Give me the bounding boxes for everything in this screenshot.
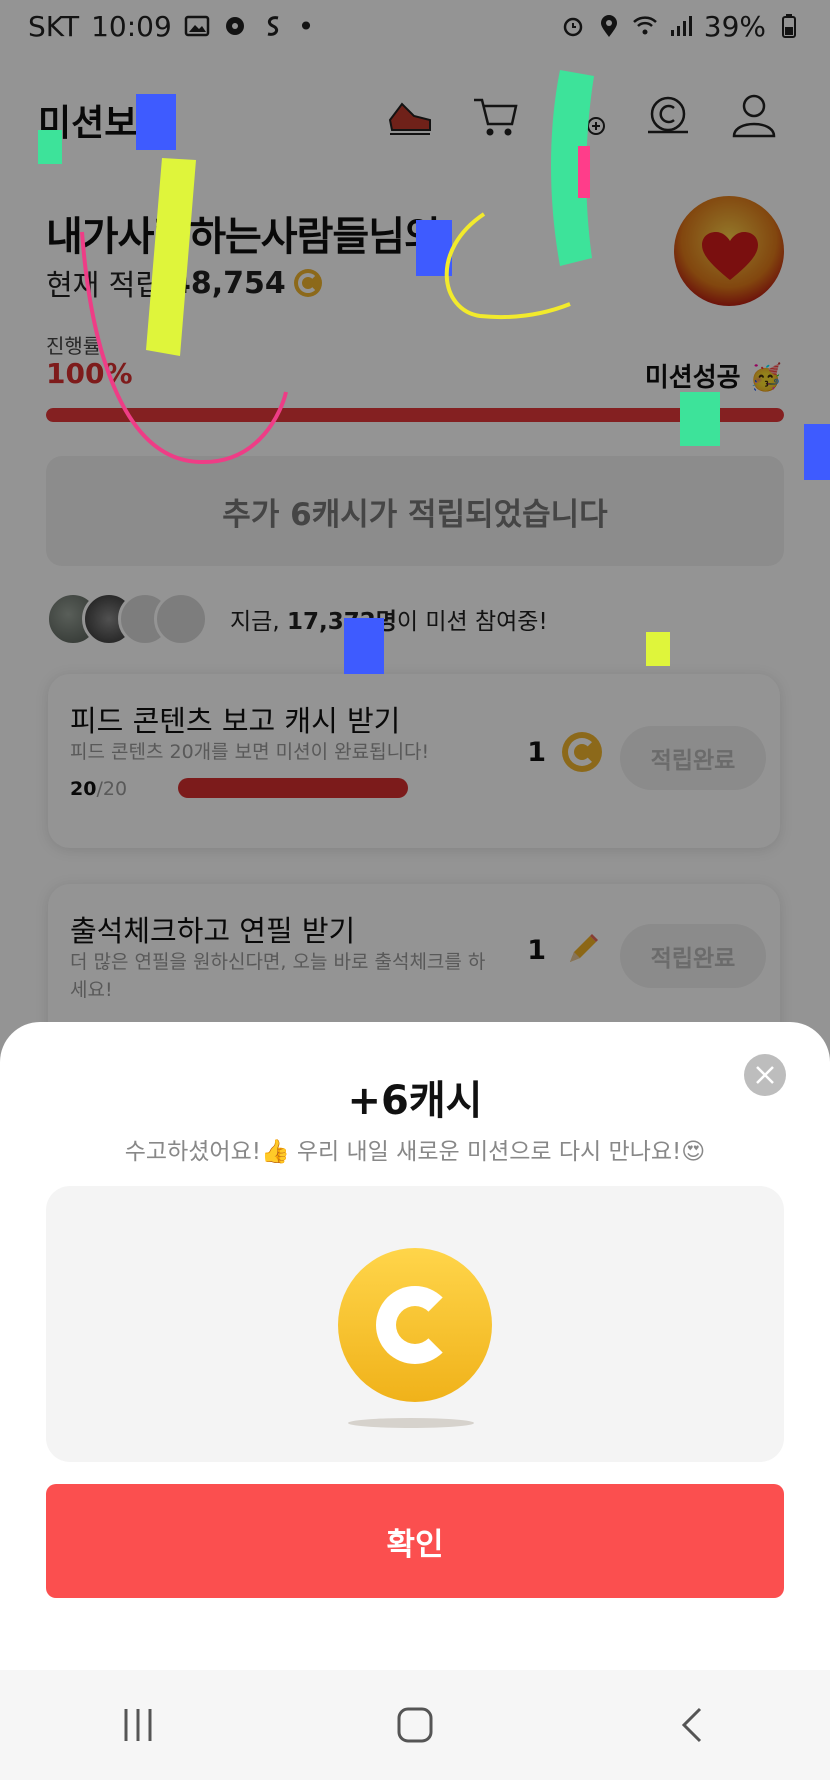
system-nav-bar (0, 1670, 830, 1780)
confetti-piece (444, 212, 571, 320)
back-icon (681, 1707, 701, 1743)
reward-title: +6캐시 (347, 1078, 483, 1124)
reward-coin-panel (46, 1186, 784, 1462)
confirm-button[interactable]: 확인 (46, 1484, 784, 1598)
recent-apps-button[interactable] (108, 1695, 168, 1755)
coin-icon (338, 1248, 492, 1402)
coin-shadow (348, 1418, 474, 1428)
confetti-piece (344, 618, 384, 674)
confetti-piece (646, 632, 670, 666)
confetti-piece (136, 94, 176, 150)
confetti-piece (804, 424, 830, 480)
back-button[interactable] (662, 1695, 722, 1755)
home-icon (397, 1707, 433, 1743)
confetti-piece (146, 158, 196, 356)
home-button[interactable] (385, 1695, 445, 1755)
reward-subtitle: 수고하셨어요!👍 우리 내일 새로운 미션으로 다시 만나요!😍 (124, 1139, 706, 1165)
confetti-piece (38, 130, 62, 164)
reward-bottom-sheet: +6캐시 수고하셨어요!👍 우리 내일 새로운 미션으로 다시 만나요!😍 확인 (0, 1022, 830, 1670)
confetti-piece (578, 146, 590, 198)
confetti-piece (680, 392, 720, 446)
recent-apps-icon (124, 1709, 152, 1741)
confetti-animation (38, 70, 830, 674)
